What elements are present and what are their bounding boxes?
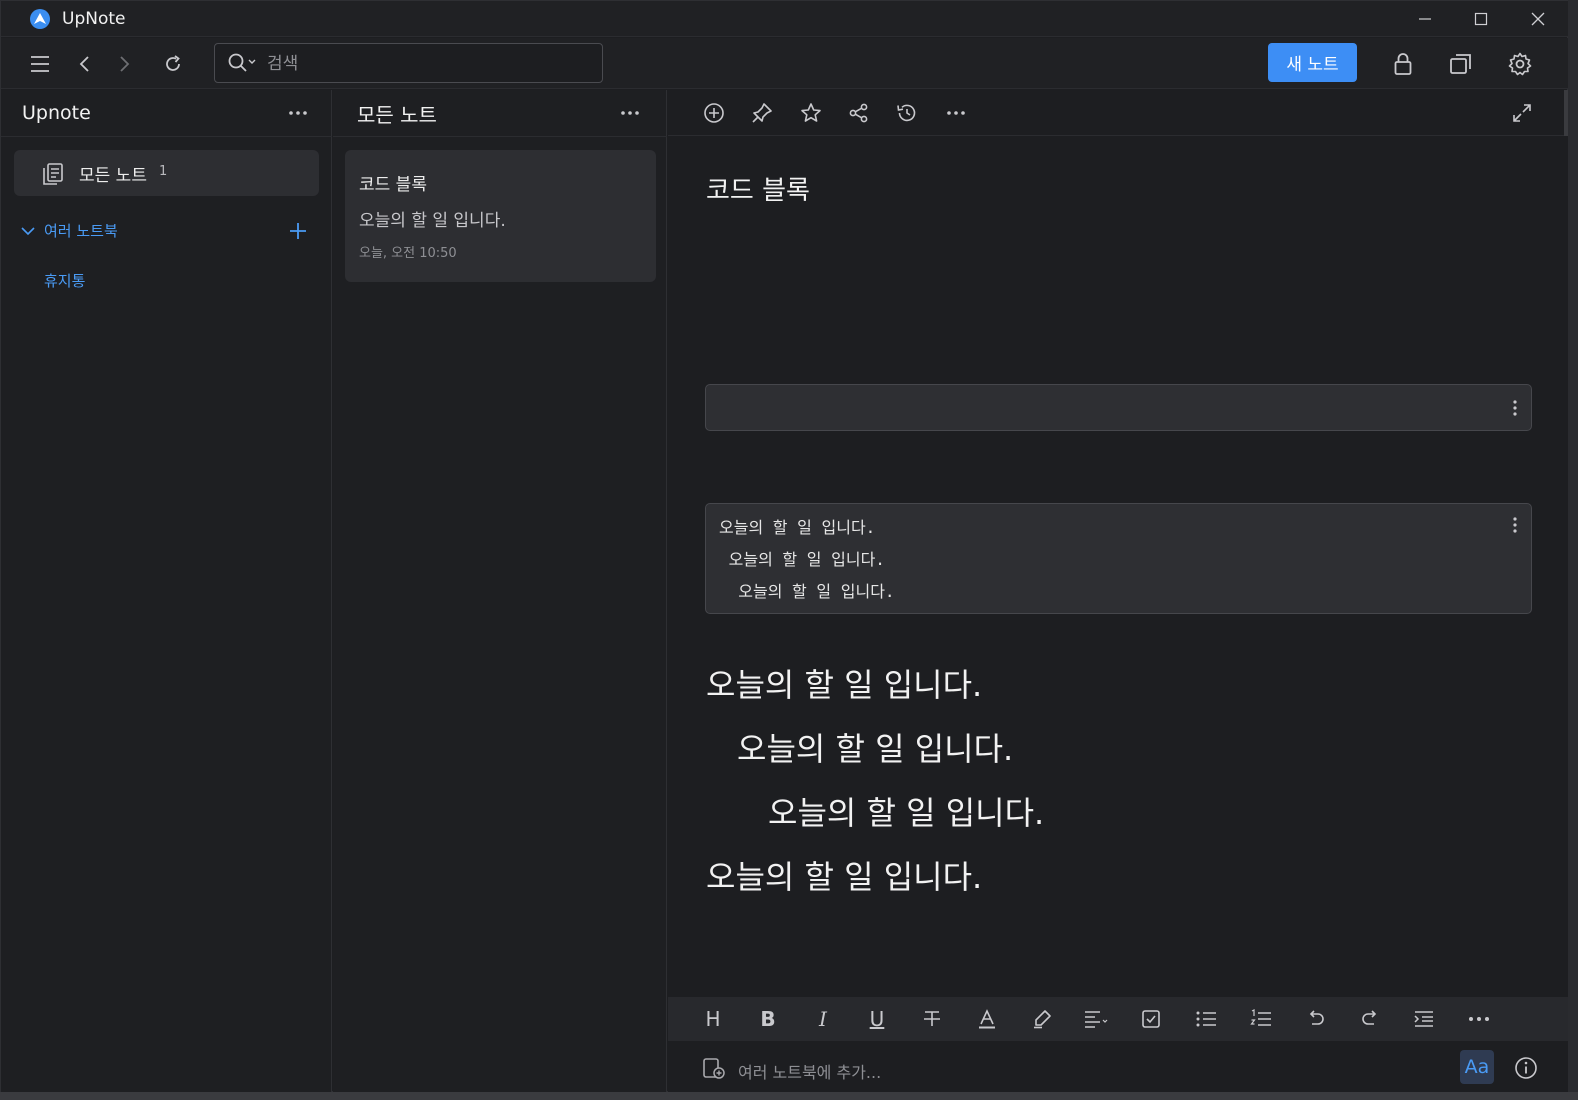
more-icon[interactable] <box>1464 1005 1494 1033</box>
paragraph[interactable]: 오늘의 할 일 입니다. <box>706 852 982 898</box>
code-block-menu-icon[interactable] <box>1507 398 1523 418</box>
lock-icon[interactable] <box>1389 50 1417 78</box>
note-list-divider <box>333 136 667 137</box>
note-title[interactable]: 코드 블록 <box>706 170 810 207</box>
notes-icon <box>43 163 63 189</box>
expand-icon[interactable] <box>1508 99 1536 127</box>
code-line: 오늘의 할 일 입니다. <box>719 518 876 537</box>
code-block[interactable]: 오늘의 할 일 입니다. 오늘의 할 일 입니다. 오늘의 할 일 입니다. <box>705 503 1532 614</box>
sidebar: Upnote 모든 노트 1 여러 노트북 휴지통 <box>1 90 332 1093</box>
add-to-notebook-icon[interactable] <box>702 1058 726 1084</box>
sidebar-divider <box>1 136 332 137</box>
upnote-logo-icon <box>30 9 50 29</box>
app-title: UpNote <box>62 9 126 29</box>
copy-window-icon[interactable] <box>1447 50 1475 78</box>
italic-button[interactable]: I <box>808 1005 838 1033</box>
note-list: 모든 노트 코드 블록 오늘의 할 일 입니다. 오늘, 오전 10:50 <box>333 90 667 1093</box>
share-icon[interactable] <box>845 99 873 127</box>
format-toolbar: H B I U <box>668 997 1569 1041</box>
back-icon[interactable] <box>71 50 99 78</box>
list-item[interactable]: 코드 블록 오늘의 할 일 입니다. 오늘, 오전 10:50 <box>345 150 656 282</box>
app-window: UpNote 새 노트 <box>0 0 1569 1093</box>
plus-icon[interactable] <box>285 218 311 244</box>
more-icon[interactable] <box>617 100 643 126</box>
code-block-empty[interactable] <box>705 384 1532 431</box>
menu-icon[interactable] <box>26 50 54 78</box>
editor-toolbar <box>668 90 1569 136</box>
redo-icon[interactable] <box>1355 1005 1385 1033</box>
top-toolbar: 새 노트 <box>1 38 1569 89</box>
minimize-button[interactable] <box>1412 7 1438 31</box>
search-input[interactable] <box>267 52 587 76</box>
gear-icon[interactable] <box>1506 50 1534 78</box>
refresh-icon[interactable] <box>159 50 187 78</box>
search-box[interactable] <box>214 43 603 83</box>
sidebar-item-label: 모든 노트 <box>79 166 147 186</box>
more-icon[interactable] <box>285 100 311 126</box>
paragraph[interactable]: 오늘의 할 일 입니다. <box>706 660 982 706</box>
text-color-icon[interactable] <box>972 1005 1002 1033</box>
pin-icon[interactable] <box>748 99 776 127</box>
underline-button[interactable]: U <box>862 1005 892 1033</box>
code-line: 오늘의 할 일 입니다. <box>719 582 895 601</box>
align-icon[interactable] <box>1081 1005 1111 1033</box>
search-icon[interactable] <box>227 52 259 78</box>
code-line: 오늘의 할 일 입니다. <box>719 550 885 569</box>
forward-icon[interactable] <box>110 50 138 78</box>
bold-button[interactable]: B <box>753 1005 783 1033</box>
font-settings-button[interactable]: Aa <box>1460 1050 1494 1084</box>
bullet-list-icon[interactable] <box>1191 1005 1221 1033</box>
sidebar-item-trash[interactable]: 휴지통 <box>44 270 85 291</box>
note-card-preview: 오늘의 할 일 입니다. <box>359 211 506 231</box>
new-note-button[interactable]: 새 노트 <box>1268 43 1357 82</box>
highlighter-icon[interactable] <box>1027 1005 1057 1033</box>
note-count: 1 <box>159 164 168 179</box>
numbered-list-icon[interactable] <box>1246 1005 1276 1033</box>
info-icon[interactable] <box>1513 1055 1539 1081</box>
chevron-down-icon[interactable] <box>20 222 36 241</box>
sidebar-item-label: 여러 노트북 <box>44 222 118 240</box>
more-icon[interactable] <box>942 99 970 127</box>
undo-icon[interactable] <box>1301 1005 1331 1033</box>
heading-button[interactable]: H <box>698 1005 728 1033</box>
add-circle-icon[interactable] <box>700 99 728 127</box>
maximize-button[interactable] <box>1468 7 1494 31</box>
indent-icon[interactable] <box>1409 1005 1439 1033</box>
note-card-date: 오늘, 오전 10:50 <box>359 246 457 261</box>
star-icon[interactable] <box>797 99 825 127</box>
sidebar-item-all-notes[interactable]: 모든 노트 1 <box>14 150 319 196</box>
note-card-title: 코드 블록 <box>359 175 427 195</box>
paragraph-indent-1[interactable]: 오늘의 할 일 입니다. <box>737 724 1013 770</box>
close-button[interactable] <box>1525 7 1551 31</box>
taskbar-edge <box>0 1092 1578 1100</box>
sidebar-title: Upnote <box>22 102 91 124</box>
editor-footer: 여러 노트북에 추가... Aa <box>668 1041 1569 1093</box>
note-list-title: 모든 노트 <box>357 103 437 127</box>
editor: 코드 블록 오늘의 할 일 입니다. 오늘의 할 일 입니다. 오늘의 할 일 … <box>668 90 1569 1093</box>
strikethrough-icon[interactable] <box>917 1005 947 1033</box>
add-to-notebook-label[interactable]: 여러 노트북에 추가... <box>738 1059 881 1083</box>
paragraph-indent-2[interactable]: 오늘의 할 일 입니다. <box>768 788 1044 834</box>
checkbox-icon[interactable] <box>1136 1005 1166 1033</box>
code-block-menu-icon[interactable] <box>1507 515 1523 535</box>
history-icon[interactable] <box>893 99 921 127</box>
window-edge <box>1568 0 1578 1100</box>
title-bar: UpNote <box>1 1 1569 37</box>
